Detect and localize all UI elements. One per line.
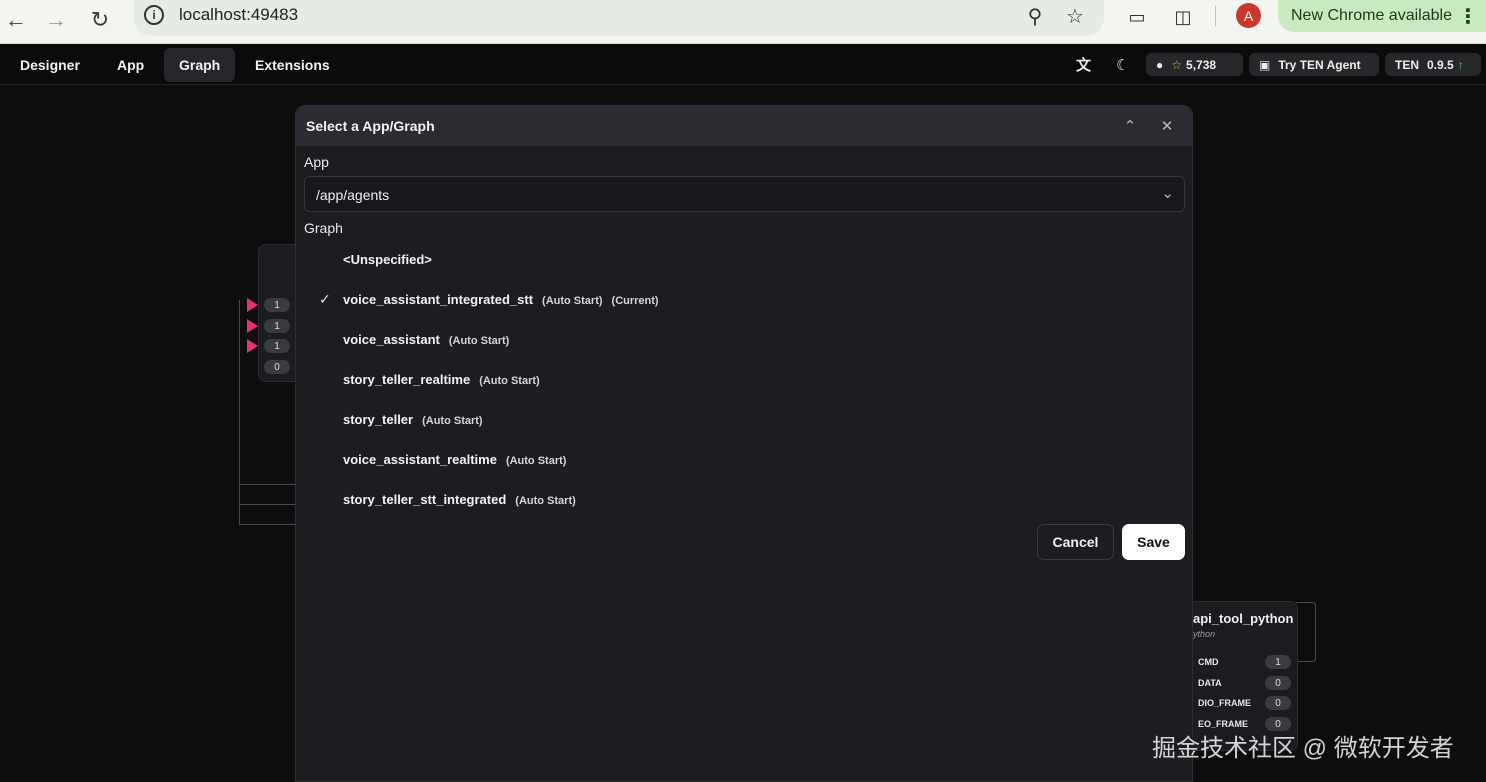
save-button[interactable]: Save: [1122, 524, 1185, 560]
graph-option[interactable]: story_teller_realtime (Auto Start): [304, 361, 1185, 397]
menu-app[interactable]: App: [102, 48, 159, 82]
edge-arrow-icon: [247, 319, 258, 333]
node-subtitle: ython: [1193, 629, 1216, 639]
graph-edge: [1296, 602, 1316, 662]
node-title: api_tool_python: [1193, 611, 1294, 626]
select-app-graph-dialog: Select a App/Graph ⌃ ✕ App /app/agents ⌄…: [295, 105, 1193, 782]
version-label: TEN: [1395, 57, 1419, 72]
chevron-down-icon: ⌄: [1161, 185, 1174, 202]
try-ten-agent-label: Try TEN Agent: [1278, 57, 1361, 72]
graph-option-tag: (Auto Start): [422, 414, 483, 427]
dark-mode-icon[interactable]: ☾: [1116, 53, 1129, 76]
port-count[interactable]: 0: [1265, 696, 1291, 710]
port-label: CMD: [1198, 657, 1219, 667]
url-text[interactable]: localhost:49483: [179, 5, 298, 25]
graph-option-name: story_teller_stt_integrated: [343, 491, 507, 507]
version-number: 0.9.5: [1427, 57, 1454, 72]
robot-icon: ▣: [1259, 57, 1271, 72]
graph-option-name: story_teller_realtime: [343, 371, 471, 387]
zoom-icon[interactable]: ⚲: [1022, 3, 1048, 29]
github-stars-count: 5,738: [1186, 57, 1217, 72]
app-select-value: /app/agents: [316, 187, 390, 203]
site-info-icon[interactable]: i: [144, 5, 164, 25]
port-label: DIO_FRAME: [1198, 698, 1252, 708]
app-select[interactable]: /app/agents ⌄: [304, 176, 1185, 212]
extensions-icon[interactable]: ◫: [1168, 2, 1198, 32]
graph-option-tag: (Auto Start): [479, 374, 540, 387]
graph-option-name: voice_assistant: [343, 331, 440, 347]
dialog-header[interactable]: Select a App/Graph ⌃ ✕: [296, 106, 1192, 146]
graph-option-tag: (Auto Start): [448, 334, 510, 347]
reload-icon[interactable]: ↻: [84, 4, 116, 36]
graph-option[interactable]: voice_assistant_realtime (Auto Start): [304, 441, 1185, 477]
port-count[interactable]: 0: [1265, 676, 1291, 690]
graph-option[interactable]: story_teller_stt_integrated (Auto Start): [304, 481, 1185, 517]
graph-option-tag: (Auto Start): [515, 494, 576, 507]
update-chrome-label: New Chrome available: [1291, 7, 1452, 24]
node-port-count[interactable]: 0: [264, 360, 290, 374]
node-port-count[interactable]: 1: [264, 298, 290, 312]
graph-edge: [239, 300, 240, 524]
toolbar-divider: [1215, 6, 1216, 26]
upgrade-arrow-icon: ↑: [1457, 57, 1464, 72]
edge-arrow-icon: [247, 339, 258, 353]
menu-extensions[interactable]: Extensions: [240, 48, 345, 82]
version-badge[interactable]: TEN 0.9.5 ↑: [1385, 53, 1481, 76]
graph-option[interactable]: story_teller (Auto Start): [304, 401, 1185, 437]
check-icon: ✓: [319, 290, 331, 307]
translate-icon[interactable]: 文: [1076, 53, 1091, 76]
graph-option[interactable]: ✓ voice_assistant_integrated_stt (Auto S…: [304, 281, 1185, 317]
graph-option-tag: (Auto Start): [505, 454, 567, 467]
close-icon[interactable]: ✕: [1156, 115, 1178, 137]
collapse-chevron-up-icon[interactable]: ⌃: [1119, 115, 1141, 137]
update-chrome-button[interactable]: New Chrome available ⋮: [1278, 0, 1486, 32]
star-icon: ☆: [1171, 57, 1183, 72]
cast-icon[interactable]: ▭: [1122, 2, 1152, 32]
github-stars-button[interactable]: ● ☆ 5,738: [1146, 53, 1243, 76]
graph-edge: [239, 524, 299, 525]
graph-edge: [239, 484, 299, 485]
back-icon[interactable]: ←: [0, 4, 32, 36]
graph-option-tag: (Auto Start): [542, 294, 603, 307]
github-icon: ●: [1156, 57, 1164, 72]
forward-icon[interactable]: →: [40, 4, 72, 36]
app-header: Designer App Graph Extensions 文 ☾ ● ☆ 5,…: [0, 45, 1486, 85]
address-bar[interactable]: i localhost:49483 ⚲ ☆: [134, 0, 1104, 36]
app-label: App: [304, 154, 329, 170]
port-label: DATA: [1198, 678, 1222, 688]
node-port-count[interactable]: 1: [264, 319, 290, 333]
graph-label: Graph: [304, 220, 343, 236]
try-ten-agent-button[interactable]: ▣ Try TEN Agent: [1249, 53, 1379, 76]
node-port-count[interactable]: 1: [264, 339, 290, 353]
graph-option-tag: (Current): [611, 294, 659, 307]
graph-option-name: voice_assistant_realtime: [343, 451, 497, 467]
menu-designer[interactable]: Designer: [5, 48, 95, 82]
browser-toolbar: ← → ↻ i localhost:49483 ⚲ ☆ ▭ ◫ A New Ch…: [0, 0, 1486, 44]
port-count[interactable]: 1: [1265, 655, 1291, 669]
graph-edge: [239, 504, 299, 505]
dialog-title: Select a App/Graph: [306, 118, 435, 134]
watermark-text: 掘金技术社区 @ 微软开发者: [1152, 735, 1454, 762]
edge-arrow-icon: [247, 298, 258, 312]
bookmark-star-icon[interactable]: ☆: [1062, 3, 1088, 29]
kebab-menu-icon[interactable]: ⋮: [1458, 4, 1478, 29]
profile-avatar[interactable]: A: [1236, 3, 1261, 28]
graph-option-name: story_teller: [343, 411, 414, 427]
graph-option-name: <Unspecified>: [343, 251, 432, 267]
graph-option[interactable]: <Unspecified>: [304, 241, 1185, 277]
graph-option[interactable]: voice_assistant (Auto Start): [304, 321, 1185, 357]
menu-graph[interactable]: Graph: [164, 48, 236, 82]
cancel-button[interactable]: Cancel: [1037, 524, 1114, 560]
graph-option-name: voice_assistant_integrated_stt: [343, 291, 534, 307]
